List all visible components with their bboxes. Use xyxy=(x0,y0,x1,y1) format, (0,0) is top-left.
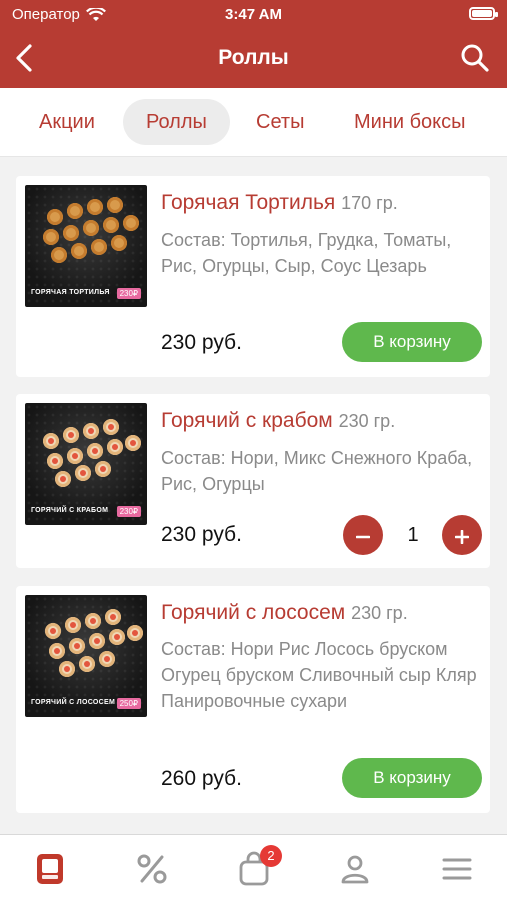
page-title: Роллы xyxy=(218,46,289,69)
product-name-row[interactable]: Горячая Тортилья 170 гр. xyxy=(161,191,398,215)
profile-icon[interactable] xyxy=(337,851,373,887)
hamburger-icon[interactable] xyxy=(439,851,475,887)
product-card: ГОРЯЧИЙ С КРАБОМ 230₽ Горячий с крабом 2… xyxy=(16,394,490,568)
battery-icon xyxy=(469,7,498,20)
category-tabs: Акции Роллы Сеты Мини боксы xyxy=(0,88,507,157)
product-image[interactable]: ГОРЯЧИЙ С ЛОСОСЕМ 250₽ xyxy=(25,595,147,717)
product-weight: 170 гр. xyxy=(341,193,398,213)
product-name: Горячий с лососем xyxy=(161,601,346,624)
tab-sets[interactable]: Сеты xyxy=(233,99,327,145)
product-card: ГОРЯЧИЙ С ЛОСОСЕМ 250₽ Горячий с лососем… xyxy=(16,586,490,813)
product-description: Состав: Тортилья, Грудка, Томаты, Рис, О… xyxy=(161,230,452,276)
product-price: 230 руб. xyxy=(161,331,242,354)
percent-icon[interactable] xyxy=(134,851,170,887)
product-weight: 230 гр. xyxy=(351,603,408,623)
product-price: 230 руб. xyxy=(161,523,242,546)
product-card: ГОРЯЧАЯ ТОРТИЛЬЯ 230₽ Горячая Тортилья 1… xyxy=(16,176,490,377)
product-price: 260 руб. xyxy=(161,767,242,790)
menu-book-icon[interactable] xyxy=(32,851,68,887)
image-caption: ГОРЯЧИЙ С КРАБОМ xyxy=(31,507,109,514)
decrease-quantity-button[interactable] xyxy=(343,515,383,555)
product-name-row[interactable]: Горячий с лососем 230 гр. xyxy=(161,601,408,625)
add-to-cart-button[interactable]: В корзину xyxy=(342,758,482,798)
increase-quantity-button[interactable] xyxy=(442,515,482,555)
status-bar: Оператор 3:47 AM xyxy=(0,0,507,30)
nav-bar: Роллы xyxy=(0,30,507,88)
cart-badge: 2 xyxy=(260,845,282,867)
quantity-value: 1 xyxy=(407,524,419,546)
product-description: Состав: Нори Рис Лосось бруском Огурец б… xyxy=(161,639,477,711)
image-price-tag: 230₽ xyxy=(116,506,141,517)
product-name: Горячая Тортилья xyxy=(161,191,336,214)
image-price-tag: 230₽ xyxy=(116,288,141,299)
tab-mini-boxes[interactable]: Мини боксы xyxy=(331,99,489,145)
product-name: Горячий с крабом xyxy=(161,409,333,432)
add-to-cart-button[interactable]: В корзину xyxy=(342,322,482,362)
image-price-tag: 250₽ xyxy=(116,698,141,709)
product-image[interactable]: ГОРЯЧИЙ С КРАБОМ 230₽ xyxy=(25,403,147,525)
product-name-row[interactable]: Горячий с крабом 230 гр. xyxy=(161,409,395,433)
product-weight: 230 гр. xyxy=(338,411,396,431)
image-caption: ГОРЯЧИЙ С ЛОСОСЕМ xyxy=(31,699,116,706)
search-icon[interactable] xyxy=(459,42,491,74)
cart-tab[interactable]: 2 xyxy=(236,845,282,887)
clock: 3:47 AM xyxy=(225,6,282,23)
tab-promotions[interactable]: Акции xyxy=(16,99,118,145)
tab-rolls[interactable]: Роллы xyxy=(123,99,230,145)
image-caption: ГОРЯЧАЯ ТОРТИЛЬЯ xyxy=(31,289,110,296)
product-image[interactable]: ГОРЯЧАЯ ТОРТИЛЬЯ 230₽ xyxy=(25,185,147,307)
product-description: Состав: Нори, Микс Снежного Краба, Рис, … xyxy=(161,448,473,494)
minus-icon xyxy=(355,535,371,539)
bottom-tab-bar: 2 xyxy=(0,834,507,901)
plus-icon xyxy=(454,529,470,545)
